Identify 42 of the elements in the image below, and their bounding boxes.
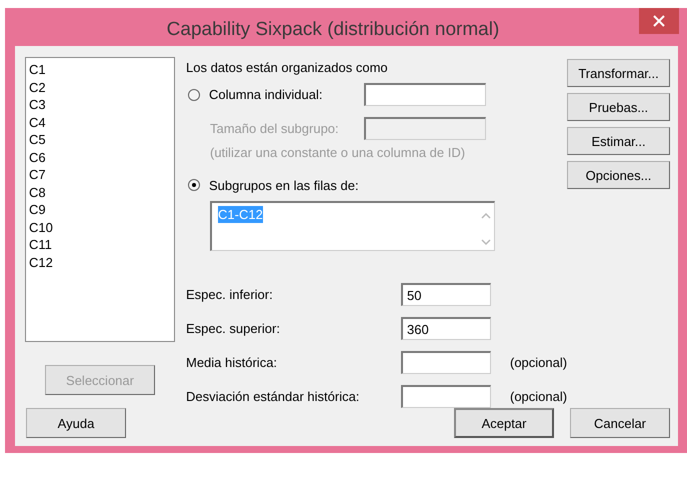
section-label: Los datos están organizados como <box>186 59 389 77</box>
optional-label: (opcional) <box>510 389 568 404</box>
radio-label[interactable]: Subgrupos en las filas de: <box>209 178 359 192</box>
radio-button[interactable] <box>188 179 200 191</box>
list-item[interactable]: C3 <box>29 96 46 114</box>
option-button[interactable]: Estimar... <box>567 127 670 155</box>
list-item[interactable]: C7 <box>29 166 46 184</box>
list-item[interactable]: C1 <box>29 61 46 78</box>
window-title: Capability Sixpack (distribución normal) <box>166 18 500 41</box>
field-value: C1-C12 <box>218 206 263 223</box>
list-item[interactable]: C6 <box>29 148 46 166</box>
field-label: Espec. superior: <box>186 321 281 336</box>
radio-button[interactable] <box>188 88 200 100</box>
input-field[interactable]: 360 <box>401 317 491 340</box>
dialog-button[interactable]: Cancelar <box>570 408 670 438</box>
field-label: Tamaño del subgrupo: <box>210 121 340 136</box>
list-item[interactable]: C12 <box>29 254 53 271</box>
field-label: Media histórica: <box>186 355 278 370</box>
option-button[interactable]: Opciones... <box>567 161 670 189</box>
field-label: Desviación estándar histórica: <box>186 389 360 404</box>
list-item[interactable]: C8 <box>29 184 46 201</box>
optional-label: (opcional) <box>510 355 568 370</box>
input-field[interactable] <box>401 351 491 374</box>
option-button[interactable]: Pruebas... <box>567 93 670 121</box>
option-button[interactable]: Transformar... <box>567 59 670 87</box>
dialog-button[interactable]: Ayuda <box>26 408 126 438</box>
list-item[interactable]: C2 <box>29 78 46 96</box>
input-field[interactable] <box>401 385 491 408</box>
field-label: Espec. inferior: <box>186 287 274 302</box>
close-button[interactable] <box>639 8 679 34</box>
input-field[interactable] <box>364 83 486 106</box>
list-item[interactable]: C10 <box>29 218 53 236</box>
dialog-button[interactable]: Aceptar <box>454 408 554 438</box>
close-icon <box>653 15 665 27</box>
input-field[interactable]: 50 <box>401 283 491 306</box>
variable-list[interactable]: C1 C2 C3 C4 C5 C6 C7 C8 C9 C10 C11 C12 <box>25 57 175 342</box>
list-item[interactable]: C9 <box>29 201 46 218</box>
list-item[interactable]: C11 <box>29 236 52 254</box>
radio-label[interactable]: Columna individual: <box>209 87 322 102</box>
hint-text: (utilizar una constante o una columna de ID) <box>210 144 466 162</box>
list-item[interactable]: C4 <box>29 114 46 131</box>
list-item[interactable]: C5 <box>29 131 46 148</box>
